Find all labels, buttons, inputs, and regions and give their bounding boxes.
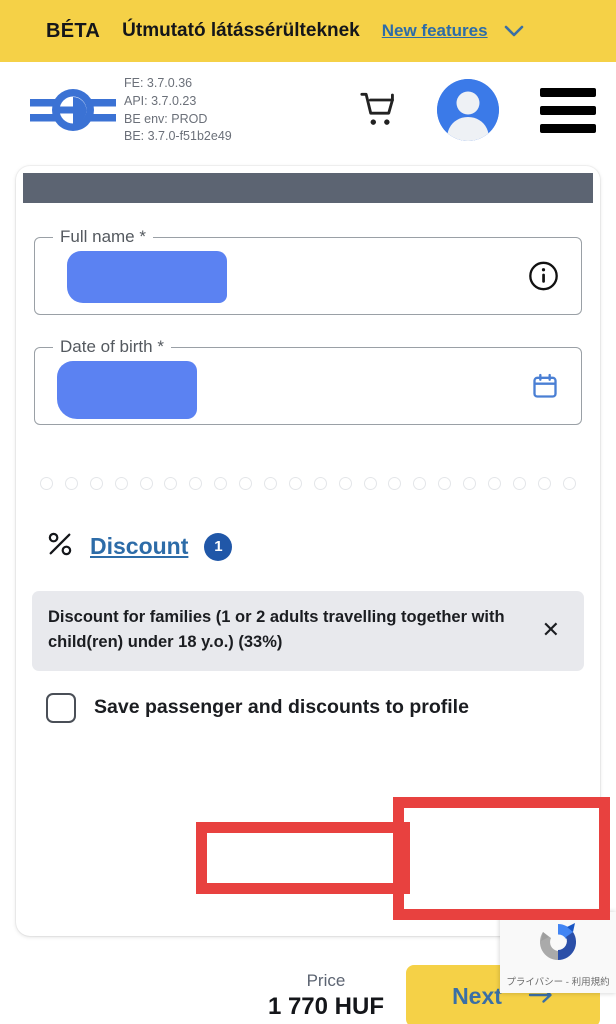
page-body: Full name * Date of birth * Discount 1 D…	[0, 158, 616, 1024]
perforation-dot	[40, 477, 53, 490]
price-label: Price	[306, 971, 346, 990]
close-x-icon[interactable]: ✕	[534, 618, 568, 641]
user-avatar-icon[interactable]	[416, 79, 520, 141]
price-block: Price 1 770 HUF	[268, 971, 406, 1021]
hamburger-line	[540, 123, 596, 133]
avatar	[437, 79, 499, 141]
perforation-dot	[537, 477, 551, 490]
discount-chip-label: Discount for families (1 or 2 adults tra…	[48, 608, 505, 651]
discount-chip: Discount for families (1 or 2 adults tra…	[32, 591, 584, 671]
card-header-bar	[23, 173, 593, 203]
discount-count-badge: 1	[204, 532, 233, 561]
recaptcha-legal-text[interactable]: プライバシー - 利用規約	[506, 974, 609, 988]
perforation-dot	[388, 477, 402, 490]
save-profile-checkbox[interactable]	[46, 692, 76, 723]
perforation-dot	[488, 477, 502, 490]
perforation-dot	[64, 477, 78, 490]
perforation-dot	[363, 477, 377, 490]
next-button-label: Next	[452, 982, 502, 1009]
full-name-label: Full name *	[53, 227, 153, 247]
hamburger-line	[540, 87, 596, 97]
shopping-cart-icon[interactable]	[342, 90, 416, 130]
perforation-dot	[438, 477, 452, 490]
perforation-dot	[413, 477, 427, 490]
version-be: BE: 3.7.0-f51b2e49	[124, 129, 232, 144]
perforation-dot	[139, 477, 153, 490]
beta-banner: BÉTA Útmutató látássérülteknek New featu…	[0, 0, 616, 62]
version-fe: FE: 3.7.0.36	[124, 75, 193, 90]
beta-tag: BÉTA	[46, 19, 101, 42]
percent-icon	[46, 530, 74, 563]
perforation-dot	[562, 477, 576, 490]
hamburger-menu-icon[interactable]	[520, 87, 616, 133]
save-profile-row[interactable]: Save passenger and discounts to profile	[16, 671, 600, 723]
header-actions	[342, 62, 616, 158]
date-of-birth-field[interactable]: Date of birth *	[34, 337, 582, 425]
calendar-icon[interactable]	[531, 372, 559, 400]
version-be-env: BE env: PROD	[124, 111, 208, 126]
perforation-dot	[214, 477, 228, 490]
hamburger-line	[540, 105, 596, 115]
passenger-form-card: Full name * Date of birth * Discount 1 D…	[16, 166, 600, 936]
perforation-dot	[463, 477, 477, 490]
mav-logo-icon[interactable]	[30, 81, 116, 139]
perforation-dot	[264, 477, 278, 490]
perforation-dot	[338, 477, 352, 490]
perforation-dot	[114, 477, 128, 490]
app-header: FE: 3.7.0.36 API: 3.7.0.23 BE env: PROD …	[0, 62, 616, 158]
chevron-down-icon[interactable]	[504, 25, 524, 38]
perforation-dot	[288, 477, 302, 490]
save-profile-label: Save passenger and discounts to profile	[94, 696, 469, 718]
full-name-field[interactable]: Full name *	[34, 227, 582, 315]
version-api: API: 3.7.0.23	[124, 93, 197, 108]
discount-section-header: Discount 1	[16, 490, 600, 563]
passenger-fields: Full name * Date of birth *	[16, 203, 600, 425]
recaptcha-badge[interactable]: プライバシー - 利用規約	[500, 912, 616, 993]
accessibility-guide-label: Útmutató látássérülteknek	[122, 20, 360, 41]
perforation-dot	[512, 477, 526, 490]
perforation-dot	[313, 477, 327, 490]
perforation-dot	[189, 477, 203, 490]
discount-link[interactable]: Discount	[90, 533, 188, 560]
recaptcha-logo-icon	[534, 918, 582, 971]
new-features-link[interactable]: New features	[382, 21, 488, 41]
full-name-redaction	[67, 251, 227, 303]
version-info: FE: 3.7.0.36 API: 3.7.0.23 BE env: PROD …	[124, 75, 232, 146]
date-of-birth-redaction	[57, 361, 197, 419]
perforation-divider	[16, 457, 600, 490]
date-of-birth-label: Date of birth *	[53, 337, 171, 357]
price-value: 1 770 HUF	[267, 993, 384, 1020]
perforation-dot	[89, 477, 103, 490]
perforation-dot	[239, 477, 253, 490]
info-circle-icon[interactable]	[528, 261, 559, 292]
perforation-dot	[164, 477, 178, 490]
